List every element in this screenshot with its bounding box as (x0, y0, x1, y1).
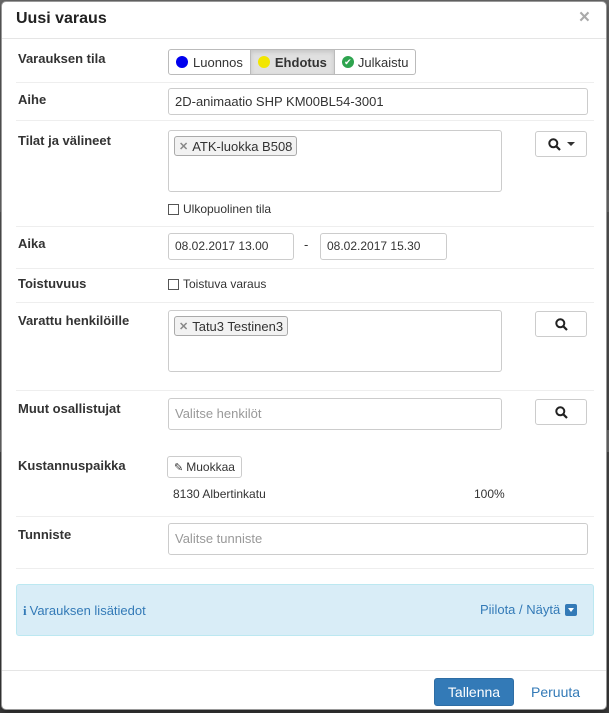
dialog-footer: Tallenna Peruuta (2, 670, 606, 711)
caret-square-down-icon (565, 603, 578, 616)
reserved-for-label: Varattu henkilöille (18, 313, 130, 328)
recurrence-label: Toistuvuus (18, 276, 87, 291)
status-label: Varauksen tila (18, 51, 106, 66)
checkbox-icon (168, 203, 179, 215)
room-tag: ✕ ATK-luokka B508 (174, 136, 298, 156)
cancel-link[interactable]: Peruuta (531, 684, 580, 700)
status-button-group: Luonnos Ehdotus ✔ Julkaistu (168, 49, 417, 75)
search-icon (547, 137, 561, 151)
cost-center-percent: 100% (474, 487, 505, 501)
blue-dot-icon (176, 56, 188, 68)
person-search-button[interactable] (535, 311, 587, 337)
edit-cost-center-label: Muokkaa (186, 460, 235, 474)
identifier-row: Tunniste Valitse tunniste (16, 516, 594, 569)
toggle-details-link[interactable]: Piilota / Näytä (480, 602, 578, 617)
external-room-label: Ulkopuolinen tila (183, 202, 272, 216)
status-row: Varauksen tila Luonnos Ehdotus ✔ Julkais… (16, 38, 594, 83)
search-icon (554, 405, 568, 419)
subject-label: Aihe (18, 92, 47, 107)
status-draft-label: Luonnos (193, 54, 243, 70)
rooms-select[interactable]: ✕ ATK-luokka B508 (168, 130, 502, 192)
edit-cost-center-button[interactable]: ✎ Muokkaa (167, 456, 242, 478)
close-icon[interactable]: × (579, 7, 590, 29)
room-search-dropdown-button[interactable] (535, 131, 587, 157)
person-tag: ✕ Tatu3 Testinen3 (174, 316, 289, 336)
recurring-checkbox[interactable]: Toistuva varaus (168, 277, 266, 291)
details-link[interactable]: i Varauksen lisätiedot (23, 603, 146, 619)
details-label: Varauksen lisätiedot (29, 603, 146, 618)
time-row: Aika 08.02.2017 13.00 - 08.02.2017 15.30 (16, 226, 594, 269)
rooms-label: Tilat ja välineet (18, 133, 111, 148)
external-room-checkbox[interactable]: Ulkopuolinen tila (168, 202, 271, 216)
checkbox-icon (168, 278, 179, 290)
other-participants-label: Muut osallistujat (18, 401, 121, 416)
cost-center-label: Kustannuspaikka (18, 458, 126, 473)
cost-center-name: 8130 Albertinkatu (173, 487, 266, 501)
identifier-label: Tunniste (18, 527, 72, 542)
info-icon: i (23, 603, 27, 618)
dialog-header: Uusi varaus × (2, 2, 606, 39)
start-time-input[interactable]: 08.02.2017 13.00 (168, 233, 294, 260)
pencil-icon: ✎ (174, 461, 184, 474)
status-proposal-label: Ehdotus (274, 54, 327, 70)
remove-tag-icon[interactable]: ✕ (179, 140, 188, 153)
dialog-title: Uusi varaus (16, 10, 107, 27)
status-draft-button[interactable]: Luonnos (168, 49, 251, 75)
participant-search-button[interactable] (535, 399, 587, 425)
room-tag-label: ATK-luokka B508 (192, 138, 293, 154)
other-participants-input[interactable]: Valitse henkilöt (168, 398, 502, 430)
details-panel: i Varauksen lisätiedot Piilota / Näytä (16, 584, 594, 636)
yellow-dot-icon (257, 56, 270, 68)
cost-center-row: Kustannuspaikka ✎ Muokkaa 8130 Albertink… (16, 440, 594, 517)
subject-input[interactable]: 2D-animaatio SHP KM00BL54-3001 (168, 88, 588, 115)
reservation-dialog: Uusi varaus × Varauksen tila Luonnos Ehd… (1, 1, 607, 710)
status-published-button[interactable]: ✔ Julkaistu (334, 49, 417, 75)
save-button[interactable]: Tallenna (434, 678, 514, 706)
recurrence-row: Toistuvuus Toistuva varaus (16, 268, 594, 303)
end-time-input[interactable]: 08.02.2017 15.30 (320, 233, 447, 260)
toggle-details-label: Piilota / Näytä (480, 602, 561, 617)
recurring-label: Toistuva varaus (183, 277, 267, 291)
reserved-for-row: Varattu henkilöille ✕ Tatu3 Testinen3 (16, 302, 594, 391)
rooms-row: Tilat ja välineet ✕ ATK-luokka B508 Ulko… (16, 120, 594, 227)
status-published-label: Julkaistu (357, 54, 409, 70)
caret-down-icon (566, 142, 575, 146)
other-participants-row: Muut osallistujat Valitse henkilöt (16, 390, 594, 440)
check-circle-icon: ✔ (341, 56, 354, 68)
reserved-for-select[interactable]: ✕ Tatu3 Testinen3 (168, 310, 502, 372)
time-label: Aika (18, 236, 46, 251)
remove-tag-icon[interactable]: ✕ (179, 320, 188, 333)
time-separator: - (304, 237, 309, 252)
status-proposal-button[interactable]: Ehdotus (250, 49, 335, 75)
person-tag-label: Tatu3 Testinen3 (192, 318, 284, 334)
identifier-input[interactable]: Valitse tunniste (168, 523, 588, 555)
search-icon (554, 317, 568, 331)
subject-row: Aihe 2D-animaatio SHP KM00BL54-3001 (16, 82, 594, 121)
